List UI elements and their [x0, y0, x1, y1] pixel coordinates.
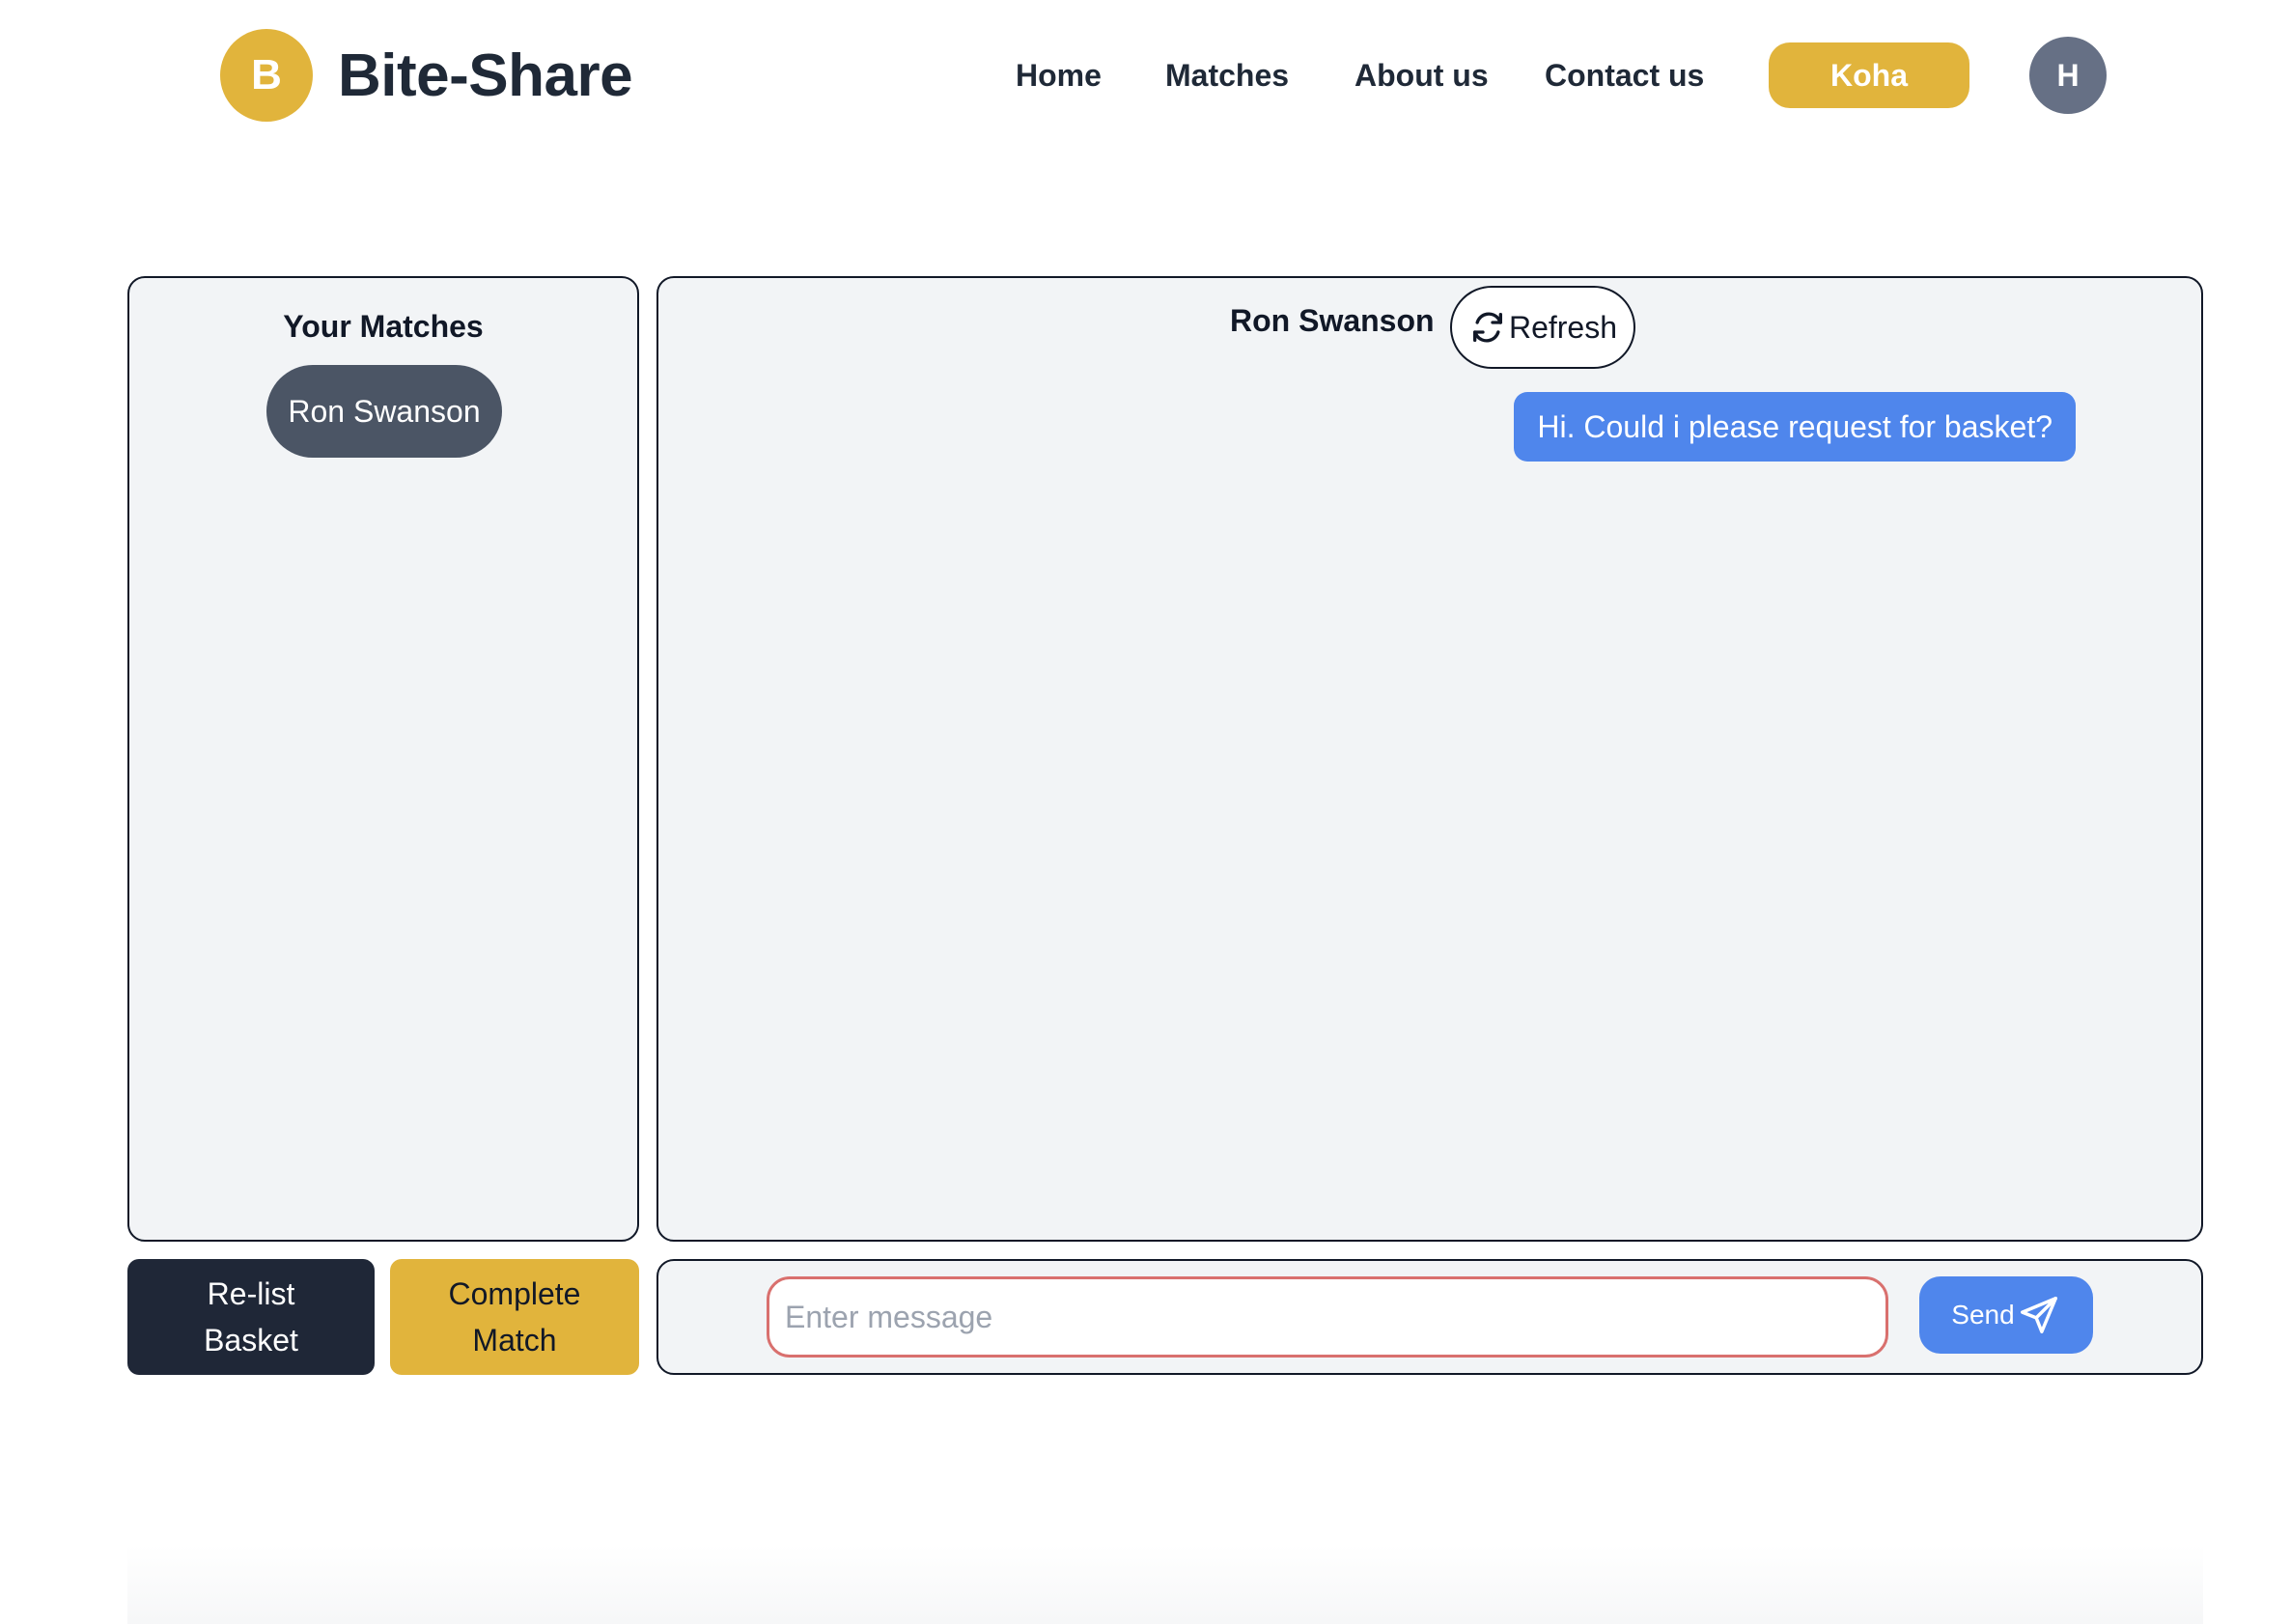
page: B Bite-Share Home Matches About us Conta… — [0, 0, 2290, 1624]
send-button[interactable]: Send — [1919, 1276, 2093, 1354]
send-icon — [2017, 1293, 2061, 1337]
message-composer: Send — [656, 1259, 2203, 1375]
bottom-shadow — [127, 1545, 2203, 1624]
refresh-label: Refresh — [1508, 309, 1618, 345]
logo-badge: B — [220, 29, 313, 122]
relist-basket-button[interactable]: Re-list Basket — [127, 1259, 375, 1375]
refresh-button[interactable]: Refresh — [1450, 286, 1635, 369]
nav-about-link[interactable]: About us — [1354, 58, 1489, 94]
top-navbar: B Bite-Share Home Matches About us Conta… — [0, 0, 2290, 154]
koha-button[interactable]: Koha — [1769, 42, 1969, 108]
nav-matches-link[interactable]: Matches — [1165, 58, 1289, 94]
chat-message-outgoing: Hi. Could i please request for basket? — [1514, 392, 2076, 462]
matches-title: Your Matches — [283, 309, 484, 344]
nav-home-link[interactable]: Home — [1016, 58, 1102, 94]
chat-contact-name: Ron Swanson — [1230, 303, 1435, 338]
app-name: Bite-Share — [338, 42, 633, 109]
logo-letter: B — [251, 51, 282, 98]
brand-logo[interactable]: B Bite-Share — [220, 29, 633, 122]
chat-panel: Ron Swanson Refresh Hi. Could i please r… — [656, 276, 2203, 1242]
nav-contact-link[interactable]: Contact us — [1545, 58, 1704, 94]
message-input[interactable] — [767, 1276, 1888, 1358]
matches-panel: Your Matches Ron Swanson — [127, 276, 639, 1242]
match-item[interactable]: Ron Swanson — [266, 365, 502, 458]
refresh-icon — [1468, 308, 1507, 347]
send-label: Send — [1951, 1300, 2015, 1330]
complete-match-button[interactable]: Complete Match — [390, 1259, 639, 1375]
user-avatar[interactable]: H — [2029, 37, 2107, 114]
